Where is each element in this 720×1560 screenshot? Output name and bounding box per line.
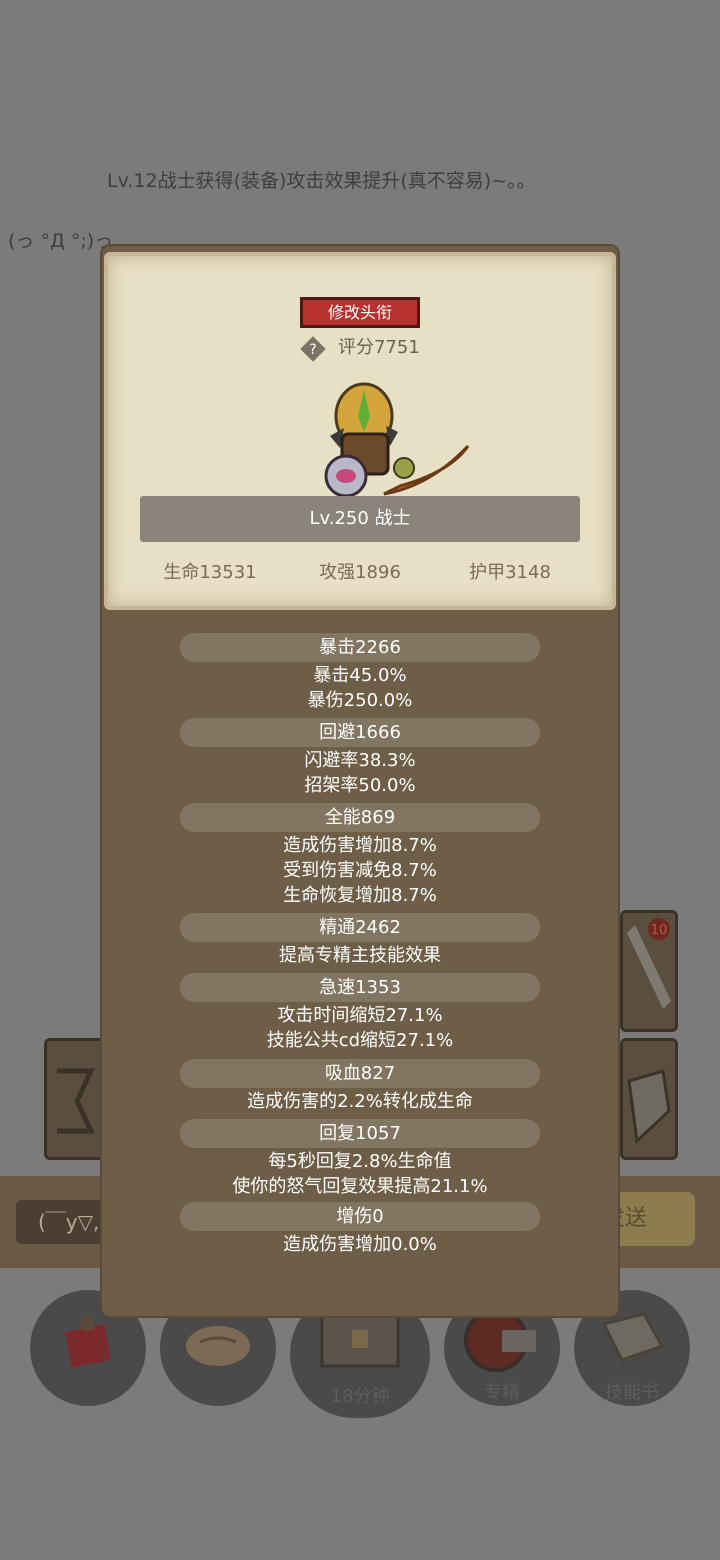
stat-detail: 技能公共cd缩短27.1% — [266, 1030, 454, 1051]
stat-detail: 受到伤害减免8.7% — [283, 860, 437, 881]
stat-detail: 暴击45.0% — [313, 665, 407, 686]
sword-tile[interactable]: 10 — [620, 910, 678, 1032]
stat-detail: 使你的怒气回复效果提高21.1% — [232, 1176, 488, 1197]
stat-detail: 攻击时间缩短27.1% — [277, 1005, 443, 1026]
badge-number: 10 — [651, 923, 668, 938]
rune-icon — [57, 1068, 95, 1134]
stat-crit-title: 暴击2266 — [319, 637, 401, 658]
stat-detail: 暴伤250.0% — [307, 690, 413, 711]
stat-health: 生命13531 — [163, 562, 257, 583]
stat-attack-power: 攻强1896 — [319, 562, 401, 583]
stat-damage-bonus-title: 增伤0 — [336, 1206, 384, 1227]
warrior-avatar — [324, 382, 470, 498]
stat-haste-title: 急速1353 — [319, 977, 401, 998]
specialization-label: 专精 — [484, 1382, 520, 1403]
level-class-banner: Lv.250 战士 — [140, 496, 580, 542]
skill-book-label: 技能书 — [605, 1382, 659, 1403]
svg-text:?: ? — [309, 342, 316, 358]
stat-dodge-title: 回避1666 — [319, 722, 401, 743]
score-label: 评分7751 — [338, 337, 420, 358]
stat-detail: 造成伤害增加0.0% — [283, 1234, 437, 1255]
stat-armor: 护甲3148 — [469, 562, 551, 583]
stat-detail: 闪避率38.3% — [304, 750, 416, 771]
shield-icon — [627, 1069, 671, 1145]
chat-line: (っ °Д °;)っ — [8, 230, 114, 252]
stat-mastery-title: 精通2462 — [319, 917, 401, 938]
chest-timer: 18分钟 — [330, 1386, 390, 1407]
change-title-button[interactable]: 修改头衔 — [300, 297, 420, 328]
sword-icon: 10 — [627, 918, 671, 1009]
stat-detail: 造成伤害增加8.7% — [283, 835, 437, 856]
stat-versatility-title: 全能869 — [324, 807, 396, 828]
stat-lifesteal-title: 吸血827 — [324, 1063, 396, 1084]
stat-detail: 招架率50.0% — [304, 775, 416, 796]
stat-detail: 造成伤害的2.2%转化成生命 — [247, 1091, 473, 1112]
chat-line: Lv.12战士获得(装备)攻击效果提升(真不容易)~。。 — [107, 170, 536, 192]
stat-detail: 提高专精主技能效果 — [279, 945, 441, 966]
stat-detail: 每5秒回复2.8%生命值 — [268, 1151, 452, 1172]
skill-tile[interactable] — [44, 1038, 106, 1160]
stat-regen-title: 回复1057 — [319, 1123, 401, 1144]
stat-detail: 生命恢复增加8.7% — [283, 885, 437, 906]
armor-tile[interactable] — [620, 1038, 678, 1160]
help-icon[interactable]: ? — [300, 336, 326, 362]
